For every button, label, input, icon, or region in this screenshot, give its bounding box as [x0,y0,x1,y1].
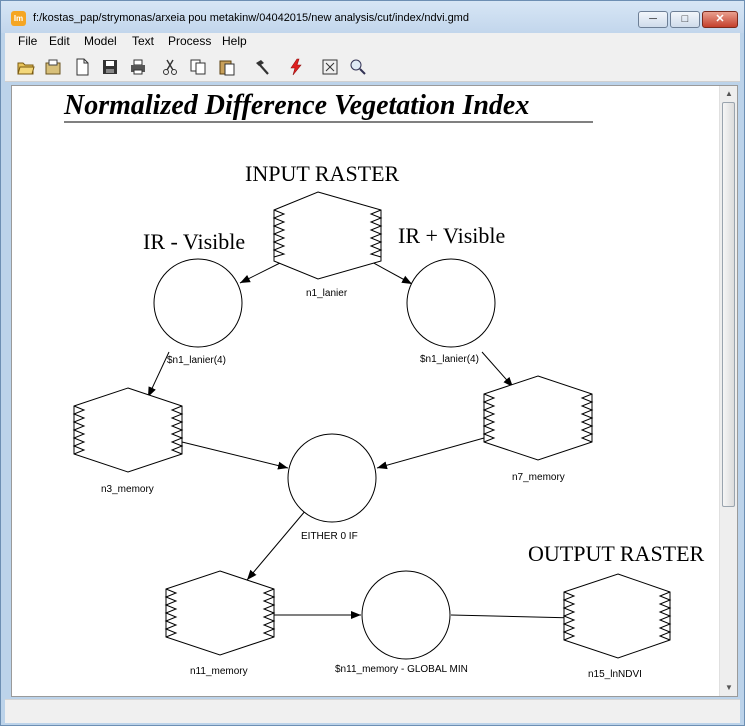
raster-node-n3[interactable] [72,387,184,473]
edge-n3-to-either [181,441,289,470]
menu-bar: File Edit Model Text Process Help [5,33,740,52]
raster-node-n7[interactable] [482,375,594,461]
diagram-title: Normalized Difference Vegetation Index [63,90,529,121]
edge-right-function-to-n7 [481,351,514,388]
vertical-scrollbar[interactable]: ▲ ▼ [719,86,737,696]
menu-edit[interactable]: Edit [49,34,70,48]
zoom-fit-icon[interactable] [321,58,339,76]
function-node-either[interactable] [287,433,377,523]
minimize-button[interactable]: ─ [638,11,668,28]
print-icon[interactable] [129,58,147,76]
application-window: Im f:/kostas_pap/strymonas/arxeia pou me… [0,0,745,726]
scroll-down-icon[interactable]: ▼ [720,680,738,696]
cut-icon[interactable] [161,58,179,76]
app-logo-icon: Im [11,11,26,26]
maximize-button[interactable]: □ [670,11,700,28]
open-folder-icon[interactable] [17,58,35,76]
zoom-icon[interactable] [349,58,367,76]
model-canvas[interactable]: Normalized Difference Vegetation Index I… [12,86,719,696]
node-label-function-left: $n1_lanier(4) [167,355,226,366]
save-icon[interactable] [101,58,119,76]
model-canvas-frame: Normalized Difference Vegetation Index I… [11,85,738,697]
edge-n1-to-left-function [239,260,285,284]
node-label-n1: n1_lanier [306,288,348,299]
menu-file[interactable]: File [18,34,37,48]
node-label-n15: n15_lnNDVI [588,669,642,680]
paste-icon[interactable] [218,58,236,76]
annotation-input-raster: INPUT RASTER [245,161,400,186]
model-diagram: Normalized Difference Vegetation Index I… [63,90,705,680]
node-label-n11: n11_memory [190,666,248,677]
scrollbar-thumb[interactable] [722,102,735,507]
raster-node-n1[interactable] [272,191,383,280]
close-button[interactable]: ✕ [702,11,738,28]
window-title: f:/kostas_pap/strymonas/arxeia pou metak… [33,12,469,24]
node-label-either: EITHER 0 IF [301,531,358,542]
menu-model[interactable]: Model [84,34,117,48]
raster-node-n11[interactable] [164,570,276,656]
edge-n1-to-right-function [369,260,413,285]
title-bar[interactable]: Im f:/kostas_pap/strymonas/arxeia pou me… [1,1,744,33]
menu-help[interactable]: Help [222,34,247,48]
run-icon[interactable] [287,58,305,76]
edge-left-function-to-n3 [147,351,170,398]
edge-global-to-n15 [450,613,577,622]
annotation-ir-plus-visible: IR + Visible [398,223,505,248]
hammer-icon[interactable] [253,58,271,76]
scroll-up-icon[interactable]: ▲ [720,86,738,102]
function-node-global-min[interactable] [361,570,451,660]
node-label-n7: n7_memory [512,472,565,483]
node-label-global-min: $n11_memory - GLOBAL MIN [335,664,468,675]
edge-either-to-n11 [246,509,307,581]
new-file-icon[interactable] [73,58,91,76]
open-model-icon[interactable] [44,58,62,76]
node-label-n3: n3_memory [101,484,154,495]
edge-n7-to-either [376,437,485,470]
annotation-ir-minus-visible: IR - Visible [143,229,245,254]
menu-text[interactable]: Text [132,34,154,48]
annotation-output-raster: OUTPUT RASTER [528,541,705,566]
copy-icon[interactable] [189,58,207,76]
node-label-function-right: $n1_lanier(4) [420,354,479,365]
function-node-ir-plus[interactable] [406,258,496,348]
menu-process[interactable]: Process [168,34,211,48]
toolbar [5,52,740,82]
function-node-ir-minus[interactable] [153,258,243,348]
raster-node-n15[interactable] [562,573,672,659]
status-bar [5,699,740,723]
